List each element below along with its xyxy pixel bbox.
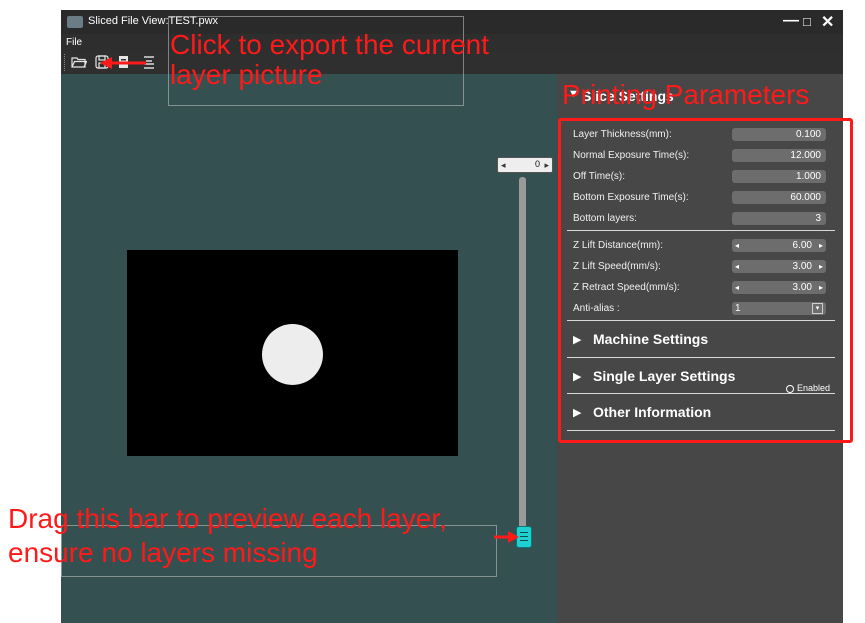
layer-shape-circle [262,324,323,385]
drag-annotation: Drag this bar to preview each layer, ens… [8,503,447,568]
folder-open-icon[interactable] [71,54,87,70]
printing-parameters-box [558,118,853,443]
layer-image [127,250,458,456]
close-button[interactable]: ✕ [821,12,834,32]
layer-number: 0 [534,159,540,169]
layer-slider-track[interactable] [519,177,526,545]
spin-left-arrow-icon[interactable]: ◂ [501,160,506,171]
toolbar-grip [64,54,66,71]
spin-right-arrow-icon[interactable]: ▸ [544,160,549,171]
app-icon [67,16,83,28]
export-annotation: Click to export the current layer pictur… [170,29,490,90]
export-arrow-icon [100,57,146,69]
minimize-button[interactable]: — [783,12,799,30]
printing-parameters-annotation: Printing Parameters [562,79,810,110]
drag-arrow-icon [494,531,519,543]
maximize-button[interactable]: □ [803,14,811,29]
menu-file[interactable]: File [66,37,82,48]
layer-spinbox[interactable]: ◂ 0 ▸ [497,157,553,173]
